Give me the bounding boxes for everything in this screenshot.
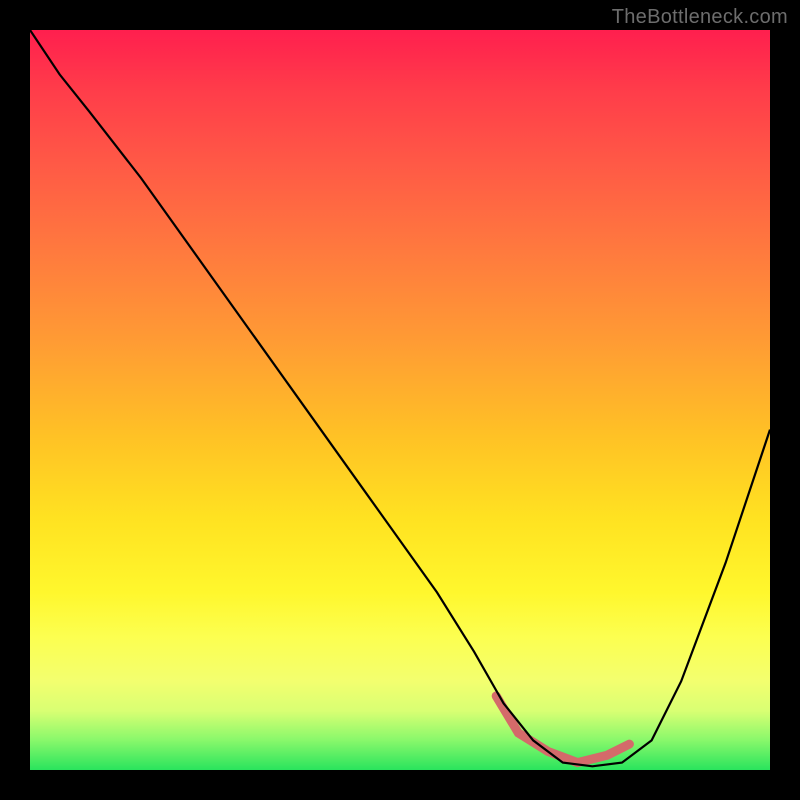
watermark-text: TheBottleneck.com [612, 6, 788, 29]
bottleneck-curve [30, 30, 770, 766]
curve-overlay [30, 30, 770, 770]
chart-container: TheBottleneck.com [0, 0, 800, 800]
plot-area [30, 30, 770, 770]
trough-highlight [496, 696, 629, 763]
